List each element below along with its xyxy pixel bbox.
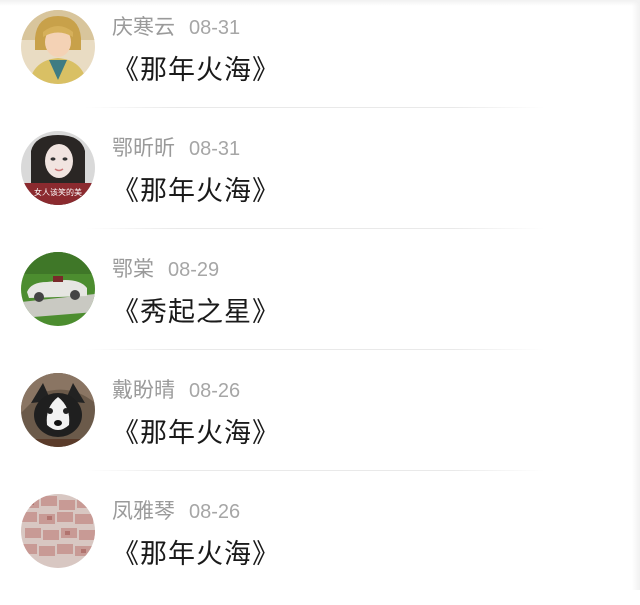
user-name[interactable]: 鄂棠 [112, 257, 154, 281]
comment-date: 08-31 [189, 17, 241, 39]
avatar[interactable] [21, 373, 95, 447]
user-name[interactable]: 庆寒云 [112, 15, 175, 39]
avatar[interactable] [21, 252, 95, 326]
comment-meta: 鄂昕昕 08-31 [112, 134, 240, 162]
divider [85, 470, 545, 471]
avatar[interactable]: 女人该笑的美 [21, 131, 95, 205]
avatar[interactable] [21, 10, 95, 84]
divider [85, 228, 545, 229]
vintage-car-avatar [21, 252, 95, 326]
list-item[interactable]: 鄂棠 08-29 《秀起之星》 [0, 242, 640, 363]
svg-text:女人该笑的美: 女人该笑的美 [34, 187, 82, 197]
woman-portrait-avatar [21, 10, 95, 84]
list-item[interactable]: 凤雅琴 08-26 《那年火海》 [0, 484, 640, 605]
comment-date: 08-26 [189, 380, 241, 402]
comment-title[interactable]: 《秀起之星》 [112, 290, 280, 329]
comment-date: 08-26 [189, 501, 241, 523]
comment-title[interactable]: 《那年火海》 [112, 532, 280, 571]
comment-title[interactable]: 《那年火海》 [112, 169, 280, 208]
girl-selfie-avatar: 女人该笑的美 [21, 131, 95, 205]
husky-dog-avatar [21, 373, 95, 447]
right-edge-shadow [632, 0, 640, 590]
comment-meta: 戴盼晴 08-26 [112, 376, 240, 404]
user-name[interactable]: 凤雅琴 [112, 499, 175, 523]
money-stack-avatar [21, 494, 95, 568]
comment-date: 08-31 [189, 138, 241, 160]
list-item[interactable]: 戴盼晴 08-26 《那年火海》 [0, 363, 640, 484]
user-name[interactable]: 戴盼晴 [112, 378, 175, 402]
comment-title[interactable]: 《那年火海》 [112, 411, 280, 450]
comment-date: 08-29 [168, 259, 220, 281]
user-name[interactable]: 鄂昕昕 [112, 136, 175, 160]
avatar[interactable] [21, 494, 95, 568]
comment-title[interactable]: 《那年火海》 [112, 48, 280, 87]
divider [85, 349, 545, 350]
comment-meta: 凤雅琴 08-26 [112, 497, 240, 525]
list-item[interactable]: 女人该笑的美 鄂昕昕 08-31 《那年火海》 [0, 121, 640, 242]
comment-list: 庆寒云 08-31 《那年火海》 女人该笑的美 鄂昕昕 08-31 《那年火海》 [0, 0, 640, 605]
divider [85, 107, 545, 108]
comment-meta: 鄂棠 08-29 [112, 255, 219, 283]
list-item[interactable]: 庆寒云 08-31 《那年火海》 [0, 0, 640, 121]
comment-meta: 庆寒云 08-31 [112, 13, 240, 41]
